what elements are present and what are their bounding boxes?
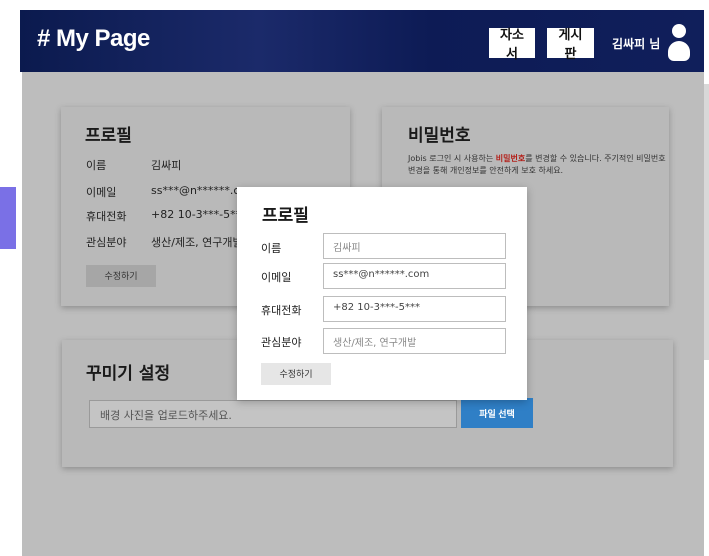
scrollbar-thumb[interactable] — [704, 84, 709, 360]
field-label: 이메일 — [86, 186, 117, 199]
scrollbar[interactable] — [704, 0, 709, 556]
user-avatar-icon[interactable] — [668, 24, 690, 62]
desc-part1: Jobis 로그인 시 사용하는 — [408, 154, 496, 163]
top-header: # My Page 자소서 게시판 김싸피 님 — [20, 10, 704, 72]
profile-interest-row: 관심분야 생산/제조, 연구개발 — [86, 234, 243, 250]
modal-name-label: 이름 — [261, 242, 282, 255]
modal-title: 프로필 — [262, 206, 309, 226]
user-name: 김싸피 님 — [612, 37, 661, 51]
modal-phone-label: 휴대전화 — [261, 304, 302, 317]
background-upload-input[interactable]: 배경 사진을 업로드하주세요. — [89, 400, 457, 428]
modal-name-input[interactable]: 김싸피 — [323, 233, 506, 259]
field-label: 관심분야 — [86, 236, 127, 249]
app-viewport: # My Page 자소서 게시판 김싸피 님 프로필 이름 김싸피 이메일 s… — [0, 0, 709, 556]
left-accent-bar — [0, 187, 16, 249]
profile-phone-row: 휴대전화 +82 10-3***-5*** — [86, 208, 247, 224]
field-value: 김싸피 — [151, 159, 182, 172]
field-label: 휴대전화 — [86, 210, 127, 223]
field-value: +82 10-3***-5*** — [151, 208, 247, 221]
modal-edit-button[interactable]: 수정하기 — [261, 363, 331, 385]
modal-email-input[interactable]: ss***@n******.com — [323, 263, 506, 289]
modal-phone-input[interactable]: +82 10-3***-5*** — [323, 296, 506, 322]
resume-button[interactable]: 자소서 — [489, 27, 535, 61]
field-value: ss***@n******.co — [151, 184, 247, 197]
profile-name-row: 이름 김싸피 — [86, 157, 181, 173]
decoration-card-title: 꾸미기 설정 — [86, 364, 171, 384]
page-title: # My Page — [37, 25, 150, 52]
field-value: 생산/제조, 연구개발 — [151, 236, 243, 249]
profile-card-title: 프로필 — [85, 126, 132, 146]
password-description: Jobis 로그인 시 사용하는 비밀번호를 변경할 수 있습니다. 주기적인 … — [408, 153, 668, 177]
file-select-button[interactable]: 파일 선택 — [461, 398, 533, 428]
field-label: 이름 — [86, 159, 107, 172]
modal-interest-input[interactable]: 생산/제조, 연구개발 — [323, 328, 506, 354]
desc-highlight: 비밀번호 — [495, 154, 526, 163]
modal-interest-label: 관심분야 — [261, 336, 302, 349]
profile-email-row: 이메일 ss***@n******.co — [86, 184, 246, 200]
modal-email-label: 이메일 — [261, 271, 292, 284]
profile-edit-modal: 프로필 이름 김싸피 이메일 ss***@n******.com 휴대전화 +8… — [237, 187, 527, 400]
board-button[interactable]: 게시판 — [547, 27, 594, 61]
password-card-title: 비밀번호 — [408, 126, 471, 146]
profile-edit-button[interactable]: 수정하기 — [86, 265, 156, 287]
